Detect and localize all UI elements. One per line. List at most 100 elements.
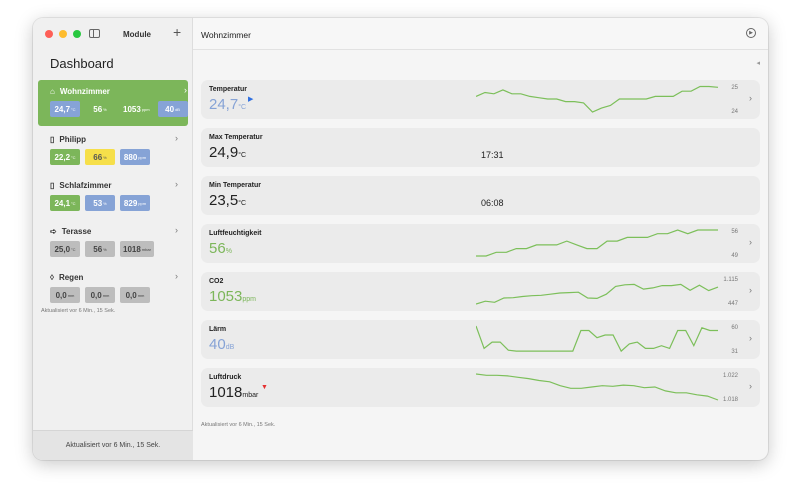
sensor-chip: 829 ppm <box>120 195 150 211</box>
device-icon: ▯ <box>50 134 55 144</box>
sparkline-min: 24 <box>731 109 738 115</box>
device-icon: ▯ <box>50 180 55 190</box>
chevron-right-icon[interactable]: › <box>749 285 752 295</box>
sparkline-series <box>476 325 718 353</box>
card-luftfeuchtigkeit[interactable]: Luftfeuchtigkeit 56% 56 49 › <box>201 224 760 263</box>
card-value: 56% <box>209 240 232 257</box>
chevron-right-icon: › <box>175 179 178 189</box>
card-time: 17:31 <box>481 150 504 160</box>
sidebar-item-wohnzimmer[interactable]: ⌂ Wohnzimmer › 24,7 °C 56% 1053 ppm 40 dB <box>38 80 188 126</box>
sensor-chip: 24,7 °C <box>50 101 80 117</box>
sidebar-footer: Aktualisiert vor 6 Min., 15 Sek. <box>33 430 193 460</box>
sidebar-toggle-icon[interactable] <box>89 29 100 38</box>
room-name: Regen <box>58 272 84 282</box>
sparkline <box>476 229 718 257</box>
sparkline-min: 49 <box>731 253 738 259</box>
card-value: 24,7°C <box>209 96 247 113</box>
sensor-chip: 0,0 mm <box>120 287 150 303</box>
sparkline-max: 1.022 <box>722 373 738 379</box>
card-co2[interactable]: CO2 1053ppm 1.115 447 › <box>201 272 760 311</box>
sidebar-item-schlafzimmer[interactable]: ▯ Schlafzimmer › 24,1 °C 53% 829 ppm <box>38 174 188 216</box>
card-value: 23,5°C <box>209 192 247 209</box>
play-icon[interactable]: ▶ <box>746 28 756 38</box>
sparkline <box>476 325 718 353</box>
sensor-chip: 24,1 °C <box>50 195 80 211</box>
house-icon: ⌂ <box>50 86 55 96</box>
card-label: Max Temperatur <box>209 134 263 141</box>
chevron-right-icon[interactable]: › <box>749 333 752 343</box>
card-label: Temperatur <box>209 86 247 93</box>
app-window: Module + Dashboard ⌂ Wohnzimmer › 24,7 °C 5… <box>33 18 768 460</box>
chevron-right-icon: › <box>184 85 187 95</box>
sparkline <box>476 85 719 113</box>
sparkline-max: 25 <box>731 85 738 91</box>
toolbar: Wohnzimmer ▶ <box>193 18 768 50</box>
sparkline <box>476 283 719 305</box>
main-updated-text: Aktualisiert vor 6 Min., 15 Sek. <box>201 422 276 428</box>
sparkline <box>476 373 719 401</box>
sidebar: Module + Dashboard ⌂ Wohnzimmer › 24,7 °C 5… <box>33 18 193 460</box>
sensor-chip: 56% <box>85 241 115 257</box>
window-controls <box>45 30 81 38</box>
card-time: 06:08 <box>481 198 504 208</box>
sidebar-item-philipp[interactable]: ▯ Philipp › 22,2 °C 66% 880 ppm <box>38 128 188 170</box>
sensor-chip: 66% <box>85 149 115 165</box>
page-title: Wohnzimmer <box>201 30 251 40</box>
room-name: Wohnzimmer <box>59 86 110 96</box>
card-value: 24,9°C <box>209 144 247 161</box>
room-name: Philipp <box>59 134 87 144</box>
sensor-chip: 56% <box>85 101 115 117</box>
chevron-right-icon[interactable]: › <box>749 237 752 247</box>
card-min-temperatur: Min Temperatur 23,5°C 06:08 <box>201 176 760 215</box>
room-name: Terasse <box>61 226 92 236</box>
sidebar-item-regen[interactable]: ◊ Regen › 0,0 mm 0,0 mm 0,0 mm <box>38 266 188 308</box>
card-lärm[interactable]: Lärm 40dB 60 31 › <box>201 320 760 359</box>
card-temperatur[interactable]: Temperatur 24,7°C ▶ 25 24 › <box>201 80 760 119</box>
close-button[interactable] <box>45 30 53 38</box>
card-label: Lärm <box>209 326 227 333</box>
room-name: Schlafzimmer <box>59 180 112 190</box>
chevron-right-icon: › <box>175 225 178 235</box>
main-panel: Wohnzimmer ▶ ◂ Temperatur 24,7°C ▶ 25 24… <box>193 18 768 460</box>
sparkline-series <box>476 283 719 305</box>
sensor-chip: 53% <box>85 195 115 211</box>
pin-icon[interactable]: ◂ <box>756 59 760 67</box>
chevron-right-icon[interactable]: › <box>749 381 752 391</box>
sparkline-series <box>476 85 719 113</box>
sparkline-min: 31 <box>731 349 738 355</box>
card-value: 1053ppm <box>209 288 256 305</box>
sensor-chip: 0,0 mm <box>50 287 80 303</box>
sensor-chip: 22,2 °C <box>50 149 80 165</box>
sidebar-item-terasse[interactable]: ➪ Terasse › 25,0 °C 56% 1018 mbar <box>38 220 188 262</box>
sensor-chip: 0,0 mm <box>85 287 115 303</box>
card-label: Luftfeuchtigkeit <box>209 230 262 237</box>
minimize-button[interactable] <box>59 30 67 38</box>
zoom-button[interactable] <box>73 30 81 38</box>
drop-icon: ◊ <box>50 272 54 282</box>
sparkline-min: 1.018 <box>722 397 738 403</box>
sparkline-min: 447 <box>727 301 738 307</box>
card-label: Luftdruck <box>209 374 242 381</box>
card-label: CO2 <box>209 278 224 285</box>
card-luftdruck[interactable]: Luftdruck 1018mbar ▼ 1.022 1.018 › <box>201 368 760 407</box>
sensor-chip: 880 ppm <box>120 149 150 165</box>
sparkline-max: 1.115 <box>723 277 738 283</box>
sparkline-series <box>476 373 719 401</box>
sensor-chip: 1018 mbar <box>120 241 154 257</box>
trend-up-icon: ▶ <box>248 96 254 103</box>
chevron-right-icon[interactable]: › <box>749 93 752 103</box>
card-label: Min Temperatur <box>209 182 261 189</box>
add-module-button[interactable]: + <box>173 24 181 40</box>
chevron-right-icon: › <box>175 133 178 143</box>
wind-icon: ➪ <box>50 226 57 236</box>
chevron-right-icon: › <box>175 271 178 281</box>
sparkline-series <box>476 229 718 257</box>
sidebar-heading: Dashboard <box>50 56 114 71</box>
sidebar-updated-text: Aktualisiert vor 6 Min., 15 Sek. <box>41 308 116 314</box>
card-max-temperatur: Max Temperatur 24,9°C 17:31 <box>201 128 760 167</box>
sparkline-max: 60 <box>731 325 738 331</box>
trend-down-icon: ▼ <box>261 384 268 391</box>
sidebar-title: Module <box>123 30 151 39</box>
sensor-chip: 25,0 °C <box>50 241 80 257</box>
sparkline-max: 56 <box>731 229 738 235</box>
